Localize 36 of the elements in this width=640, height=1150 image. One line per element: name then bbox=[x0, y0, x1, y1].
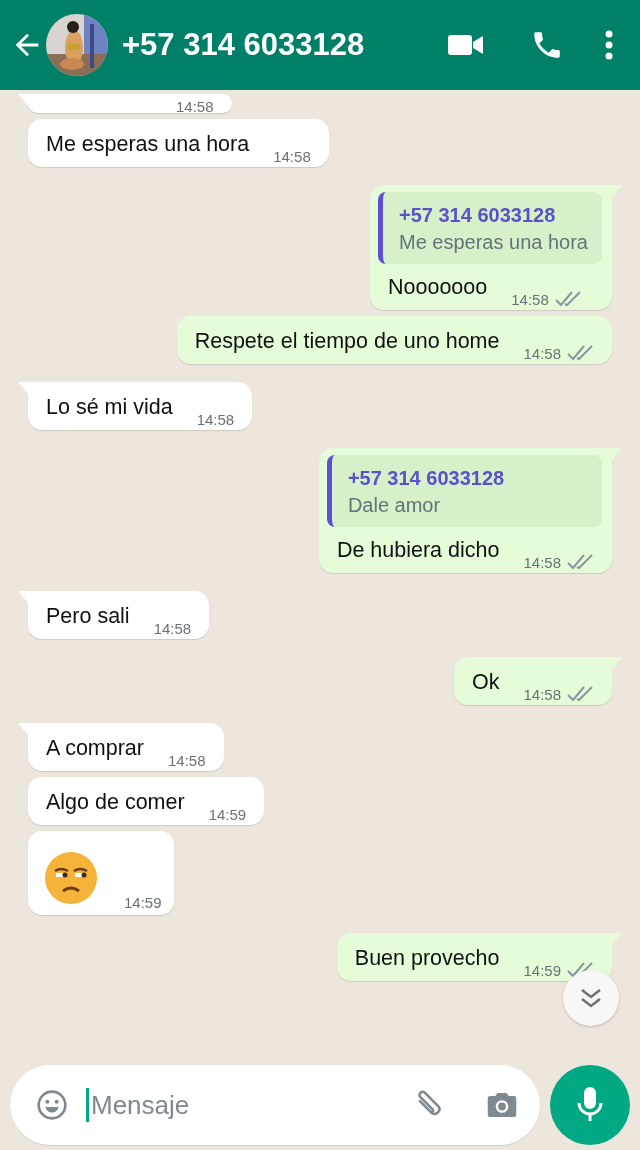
message-field[interactable]: Mensaje bbox=[10, 1065, 540, 1145]
quote-author: +57 314 6033128 bbox=[347, 466, 506, 491]
message-time: 14:58 bbox=[176, 98, 214, 115]
message-time: 14:59 bbox=[124, 894, 162, 911]
quote-author: +57 314 6033128 bbox=[399, 203, 557, 228]
double-chevron-icon bbox=[579, 987, 603, 1009]
message-time: 14:59 bbox=[523, 961, 561, 979]
quoted-message[interactable]: +57 314 6033128 Dale amor bbox=[326, 455, 602, 527]
message-input: Mensaje bbox=[86, 1088, 386, 1122]
message-text: Ok bbox=[471, 669, 500, 696]
emoji-icon[interactable] bbox=[36, 1089, 68, 1121]
message-time: 14:58 bbox=[273, 148, 311, 165]
video-call-icon[interactable] bbox=[448, 32, 484, 58]
message-text: De hubiera dicho bbox=[336, 537, 500, 564]
menu-icon[interactable] bbox=[604, 30, 614, 60]
message-text: Buen provecho bbox=[354, 945, 500, 972]
quote-text: Me esperas una hora bbox=[399, 230, 588, 255]
message-time: 14:58 bbox=[523, 685, 561, 703]
message-text: Algo de comer bbox=[46, 789, 185, 816]
message-time: 14:58 bbox=[196, 411, 235, 428]
message-text: A comprar bbox=[46, 735, 144, 762]
message-text: Respete el tiempo de uno home bbox=[194, 328, 500, 355]
message-time: 14:58 bbox=[523, 553, 561, 571]
message-text: Me esperas una hora bbox=[46, 131, 250, 158]
unamused-face-icon bbox=[44, 851, 98, 905]
message-time: 14:58 bbox=[511, 290, 549, 308]
message-time: 14:58 bbox=[153, 620, 192, 637]
message-time: 14:59 bbox=[208, 806, 247, 823]
quote-text: Dale amor bbox=[347, 493, 442, 518]
message-time: 14:58 bbox=[523, 344, 561, 362]
message-text: Pero sali bbox=[46, 603, 130, 630]
contact-name[interactable]: +57 314 6033128 bbox=[122, 27, 404, 63]
message-text: Nooooooo bbox=[388, 274, 488, 301]
quoted-message[interactable]: +57 314 6033128 Me esperas una hora bbox=[378, 192, 602, 264]
message-time: 14:58 bbox=[168, 752, 206, 769]
message-text: Lo sé mi vida bbox=[46, 394, 173, 421]
